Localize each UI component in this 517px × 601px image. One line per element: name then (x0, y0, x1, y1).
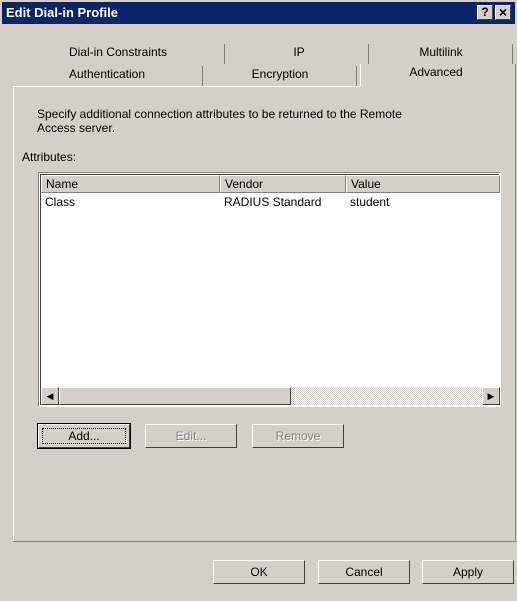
pane-border (13, 541, 516, 542)
tab-advanced[interactable]: Advanced (362, 62, 510, 84)
cancel-button[interactable]: Cancel (318, 560, 410, 584)
column-header-value[interactable]: Value (346, 175, 500, 193)
remove-button[interactable]: Remove (252, 424, 344, 448)
pane-border (13, 86, 360, 87)
column-header-vendor[interactable]: Vendor (220, 175, 346, 193)
tab-ip[interactable]: IP (230, 42, 368, 64)
window-title: Edit Dial-in Profile (6, 5, 118, 20)
cell-name: Class (45, 195, 76, 209)
apply-button[interactable]: Apply (422, 560, 514, 584)
attributes-list[interactable]: Name Vendor Value Class RADIUS Standard … (38, 172, 501, 407)
close-button[interactable]: × (495, 5, 511, 20)
pane-border (13, 86, 14, 541)
attributes-label: Attributes: (22, 150, 77, 164)
cell-vendor: RADIUS Standard (224, 195, 322, 209)
description-text-line2: Access server. (37, 121, 116, 135)
scroll-left-icon[interactable]: ◀ (41, 387, 59, 405)
tab-divider (512, 44, 513, 64)
tab-encryption[interactable]: Encryption (206, 64, 354, 86)
edit-dial-in-profile-dialog: Edit Dial-in Profile ? × Dial-in Constra… (0, 0, 517, 601)
tab-divider (224, 44, 225, 64)
title-bar: Edit Dial-in Profile ? × (2, 2, 515, 24)
ok-button[interactable]: OK (213, 560, 305, 584)
attributes-list-inner: Name Vendor Value Class RADIUS Standard … (40, 174, 500, 405)
scroll-right-icon[interactable]: ▶ (482, 387, 500, 405)
column-header-name[interactable]: Name (41, 175, 220, 193)
tab-advanced-edge (360, 64, 361, 86)
tab-divider (368, 44, 369, 64)
scroll-thumb[interactable] (59, 387, 291, 405)
help-button[interactable]: ? (477, 5, 493, 20)
add-button[interactable]: Add... (37, 423, 131, 449)
tab-multilink[interactable]: Multilink (372, 42, 510, 64)
focus-ring (42, 428, 126, 444)
tab-divider (202, 66, 203, 86)
horizontal-scrollbar[interactable]: ◀ ▶ (41, 387, 500, 405)
edit-button[interactable]: Edit... (145, 424, 237, 448)
tab-divider (356, 66, 357, 86)
description-text-line1: Specify additional connection attributes… (37, 107, 402, 121)
pane-border (515, 64, 516, 541)
cell-value: student (350, 195, 390, 209)
tab-authentication[interactable]: Authentication (14, 64, 200, 86)
tab-dial-in-constraints[interactable]: Dial-in Constraints (14, 42, 222, 64)
